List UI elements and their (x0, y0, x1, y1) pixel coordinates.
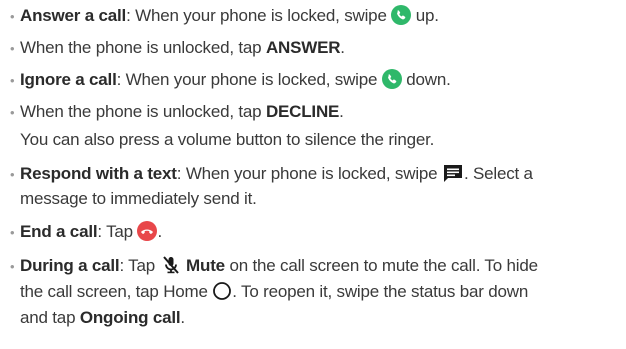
phone-end-icon (137, 220, 158, 241)
ongoing-call-label: Ongoing call (79, 308, 181, 327)
item-text: : When your phone is locked, swipe (126, 6, 392, 25)
item-text: on the call screen to mute the call. To … (224, 256, 538, 275)
item-text: : Tap (119, 256, 160, 275)
item-text: : When your phone is locked, swipe (116, 70, 382, 89)
item-text: : Tap (97, 222, 138, 241)
phone-answer-icon (391, 4, 412, 25)
list-item-ignore-call: • Ignore a call: When your phone is locke… (10, 68, 451, 92)
list-item-during-call: • During a call: Tap Mute on the call scr… (10, 254, 538, 278)
term-during-a-call: During a call (20, 256, 120, 275)
item-text: down. (401, 70, 451, 89)
term-answer-a-call: Answer a call (20, 6, 127, 25)
note-volume-button: You can also press a volume button to si… (20, 128, 434, 152)
bullet: • (10, 105, 15, 120)
list-item-unlocked-answer: • When the phone is unlocked, tap ANSWER. (10, 36, 345, 60)
item-text: When the phone is unlocked, tap (20, 102, 266, 121)
bullet: • (10, 41, 15, 56)
item-text: . (157, 222, 162, 241)
list-item-during-call-cont2: and tap Ongoing call. (20, 306, 185, 330)
mic-mute-icon (160, 254, 182, 276)
bullet: • (10, 259, 15, 274)
item-text: . To reopen it, swipe the status bar dow… (232, 282, 529, 301)
note-text: You can also press a volume button to si… (20, 130, 435, 149)
term-respond-with-a-text: Respond with a text (20, 164, 177, 183)
list-item-end-call: • End a call: Tap . (10, 220, 162, 244)
item-text: the call screen, tap Home (20, 282, 213, 301)
list-item-respond-text-cont: message to immediately send it. (20, 187, 257, 211)
list-item-unlocked-decline: • When the phone is unlocked, tap DECLINE… (10, 100, 344, 124)
item-text: . (180, 308, 185, 327)
list-item-during-call-cont: the call screen, tap Home . To reopen it… (20, 280, 528, 304)
item-text: . (339, 102, 344, 121)
decline-label: DECLINE (265, 102, 340, 121)
message-icon (442, 163, 464, 183)
item-text: up. (411, 6, 439, 25)
term-ignore-a-call: Ignore a call (20, 70, 117, 89)
item-text: message to immediately send it. (20, 189, 257, 208)
bullet: • (10, 225, 15, 240)
bullet: • (10, 167, 15, 182)
item-text: : When your phone is locked, swipe (176, 164, 442, 183)
phone-answer-icon (381, 68, 402, 89)
item-text: and tap (20, 308, 80, 327)
answer-label: ANSWER (265, 38, 341, 57)
bullet: • (10, 73, 15, 88)
list-item-respond-text: • Respond with a text: When your phone is… (10, 162, 533, 186)
bullet: • (10, 9, 15, 24)
home-circle-icon (212, 281, 232, 301)
item-text: When the phone is unlocked, tap (20, 38, 266, 57)
item-text: . Select a (463, 164, 533, 183)
list-item-answer-call: • Answer a call: When your phone is locke… (10, 4, 439, 28)
mute-label: Mute (186, 256, 225, 275)
item-text: . (340, 38, 345, 57)
instruction-list: • Answer a call: When your phone is locke… (0, 0, 626, 349)
term-end-a-call: End a call (20, 222, 98, 241)
